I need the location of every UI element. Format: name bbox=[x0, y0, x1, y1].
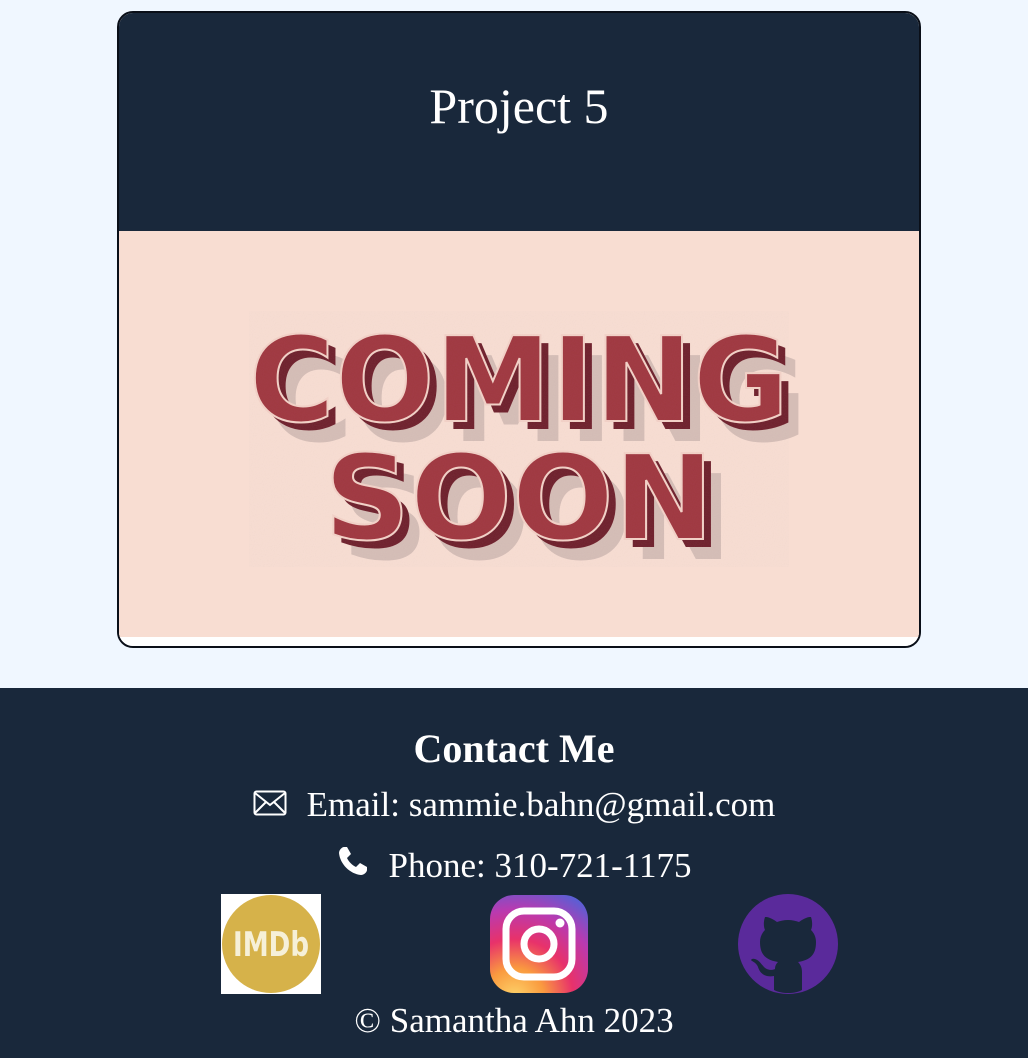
coming-soon-line2: SOON bbox=[324, 429, 714, 567]
imdb-link[interactable]: IMDb bbox=[221, 894, 321, 994]
phone-icon bbox=[337, 845, 369, 886]
imdb-icon: IMDb bbox=[221, 894, 321, 994]
project-card-header: Project 5 bbox=[119, 13, 919, 231]
footer: Contact Me Email: sammie.bahn@gmail.com … bbox=[0, 688, 1028, 1058]
email-link[interactable]: Email: sammie.bahn@gmail.com bbox=[307, 785, 776, 825]
phone-link[interactable]: Phone: 310-721-1175 bbox=[389, 846, 692, 886]
project-title: Project 5 bbox=[429, 78, 609, 134]
phone-row: Phone: 310-721-1175 bbox=[0, 845, 1028, 886]
github-link[interactable] bbox=[738, 894, 838, 994]
github-icon bbox=[738, 894, 838, 994]
envelope-icon bbox=[253, 785, 287, 825]
contact-heading: Contact Me bbox=[413, 726, 615, 771]
instagram-link[interactable] bbox=[489, 894, 589, 994]
card-bottom-strip bbox=[119, 637, 919, 646]
instagram-icon bbox=[490, 895, 588, 993]
email-row: Email: sammie.bahn@gmail.com bbox=[0, 785, 1028, 825]
copyright: © Samantha Ahn 2023 bbox=[354, 1001, 674, 1040]
coming-soon-graphic: COMING SOON COMING SOON COMING SOON bbox=[119, 231, 919, 637]
svg-text:IMDb: IMDb bbox=[233, 925, 309, 965]
project-card: Project 5 COMING SOON COMING SOON COMING… bbox=[117, 11, 921, 648]
coming-soon-image: COMING SOON COMING SOON COMING SOON bbox=[119, 231, 919, 637]
